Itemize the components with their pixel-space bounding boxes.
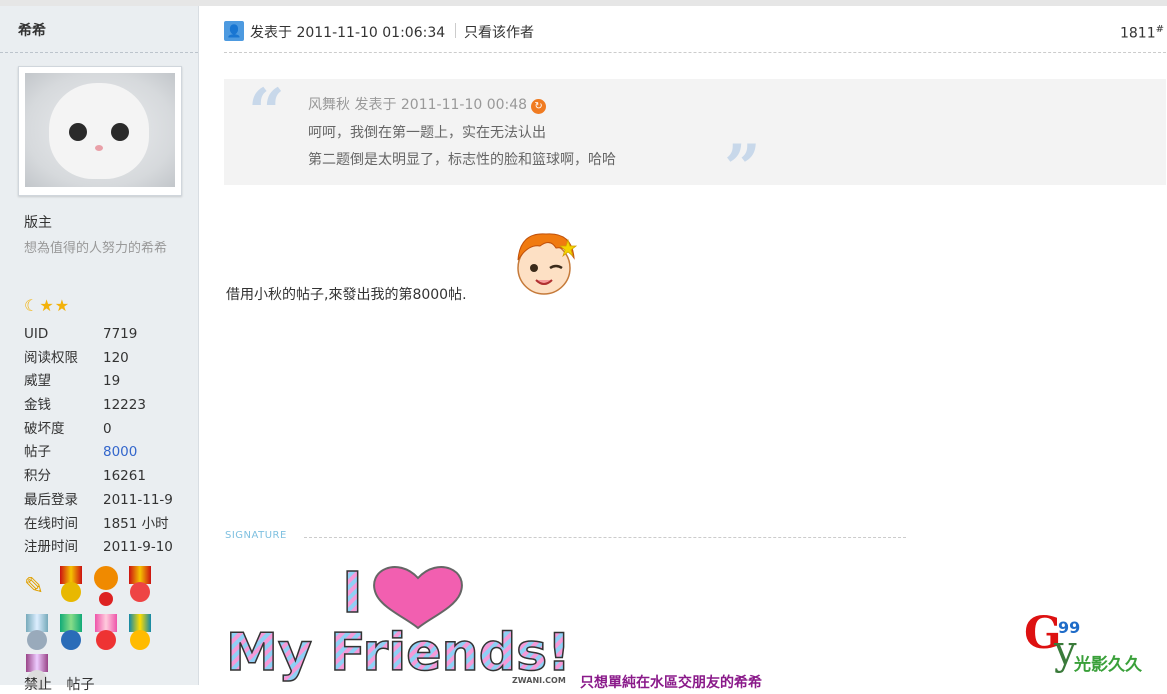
gy99-watermark-logo: G 99 y 光影久久 (1024, 608, 1164, 675)
header-divider (224, 52, 1166, 53)
quote-open-icon: “ (248, 75, 285, 150)
avatar[interactable] (18, 66, 182, 196)
svg-text:My Friends!: My Friends! (226, 623, 571, 683)
post-header: 👤 发表于 2011-11-10 01:06:34 只看该作者 1811# (224, 20, 1164, 42)
ban-link[interactable]: 禁止 (24, 677, 52, 693)
quote-close-icon: ” (724, 131, 761, 206)
stat-row-online-time: 在线时间 1851 小时 (24, 512, 173, 536)
avatar-image (25, 73, 175, 187)
stat-row-destruction: 破坏度 0 (24, 417, 173, 441)
stat-label: 在线时间 (24, 515, 78, 532)
stat-row-money: 金钱 12223 (24, 393, 173, 417)
sidebar-divider (0, 52, 198, 53)
stat-row-last-login: 最后登录 2011-11-9 (24, 488, 173, 512)
stat-label: 破坏度 (24, 420, 65, 437)
sidebar-footer-links: 禁止 帖子 (24, 674, 104, 694)
quote-block: “ 风舞秋 发表于 2011-11-10 00:48 ↻ 呵呵，我倒在第一题上，实… (224, 75, 1166, 201)
stat-value: 1851 小时 (103, 515, 169, 532)
floor-number[interactable]: 1811# (1120, 24, 1164, 42)
stat-row-posts: 帖子 8000 (24, 440, 173, 464)
watermark-text: 光影久久 (1074, 655, 1142, 675)
stat-label: 积分 (24, 468, 51, 485)
stat-row-read-permission: 阅读权限 120 (24, 346, 173, 370)
header-pipe (455, 23, 456, 38)
stat-label: 注册时间 (24, 539, 78, 556)
post-timestamp: 发表于 2011-11-10 01:06:34 (250, 25, 446, 41)
stat-label: 帖子 (24, 444, 51, 461)
quote-meta: 风舞秋 发表于 2011-11-10 00:48 ↻ (308, 94, 547, 114)
medal-row: ✎ (24, 566, 184, 614)
stat-label: 威望 (24, 373, 51, 390)
medal-icon[interactable] (93, 614, 119, 654)
stat-label: 最后登录 (24, 491, 78, 508)
svg-text:I: I (342, 561, 363, 626)
quote-meta-text: 风舞秋 发表于 2011-11-10 00:48 (308, 97, 528, 113)
stat-label: 金钱 (24, 397, 51, 414)
medals: ✎ (24, 566, 184, 690)
only-author-link[interactable]: 只看该作者 (464, 22, 534, 42)
medal-icon[interactable] (93, 566, 119, 606)
quote-line: 第二题倒是太明显了，标志性的脸和篮球啊，哈哈 (308, 152, 616, 168)
stat-value: 7719 (103, 326, 138, 342)
cat-eye-right (111, 123, 129, 141)
stat-row-prestige: 威望 19 (24, 369, 173, 393)
stat-value: 2011-11-9 (103, 491, 173, 508)
user-motto: 想為值得的人努力的希希 (24, 241, 168, 256)
stat-value: 16261 (103, 468, 146, 485)
stat-row-registered: 注册时间 2011-9-10 (24, 535, 173, 559)
i-love-my-friends-image: I My Friends! (226, 560, 572, 684)
posts-link[interactable]: 帖子 (66, 677, 94, 693)
medal-icon[interactable] (127, 566, 153, 606)
wand-medal-icon[interactable]: ✎ (24, 566, 50, 606)
author-name[interactable]: 希希 (18, 20, 46, 40)
stat-value: 19 (103, 373, 121, 390)
wink-boy-emoticon-icon (517, 233, 578, 295)
signature-text: 只想單純在水區交朋友的希希 (580, 675, 762, 691)
stat-label: 阅读权限 (24, 349, 78, 366)
stat-value: 12223 (103, 397, 146, 414)
cat-eye-left (69, 123, 87, 141)
floor-mark: # (1155, 24, 1164, 35)
medal-icon[interactable] (58, 614, 84, 654)
stat-value: 0 (103, 420, 112, 437)
medal-icon[interactable] (58, 566, 84, 606)
signature-label: SIGNATURE (225, 530, 287, 541)
cat-face (49, 83, 149, 179)
stat-value: 2011-9-10 (103, 539, 173, 556)
quote-line: 呵呵，我倒在第一题上，实在无法认出 (308, 125, 546, 141)
rank-stars-icon: ☾★★ (24, 296, 71, 315)
floor-number-text: 1811 (1119, 25, 1156, 42)
posts-count-link[interactable]: 8000 (103, 440, 137, 464)
user-role: 版主 (24, 215, 52, 231)
post-author-icon: 👤 (224, 21, 244, 41)
stat-row-uid: UID 7719 (24, 322, 173, 346)
stat-label: UID (24, 326, 49, 342)
stat-value: 120 (103, 349, 129, 366)
author-sidebar: 希希 版主 想為值得的人努力的希希 ☾★★ UID 7719 阅读权限 120 … (0, 6, 199, 693)
medal-row (24, 614, 184, 690)
signature-divider (304, 537, 906, 538)
medal-icon[interactable] (24, 614, 50, 654)
goto-original-icon[interactable]: ↻ (531, 99, 547, 114)
user-stats: UID 7719 阅读权限 120 威望 19 金钱 12223 破坏度 0 帖… (24, 322, 173, 559)
post-body-text: 借用小秋的帖子,來發出我的第8000帖. (226, 287, 467, 303)
stat-row-points: 积分 16261 (24, 464, 173, 488)
medal-icon[interactable] (127, 614, 153, 654)
signature-credit: ZWANI.COM (512, 676, 566, 685)
cat-nose (95, 145, 103, 151)
